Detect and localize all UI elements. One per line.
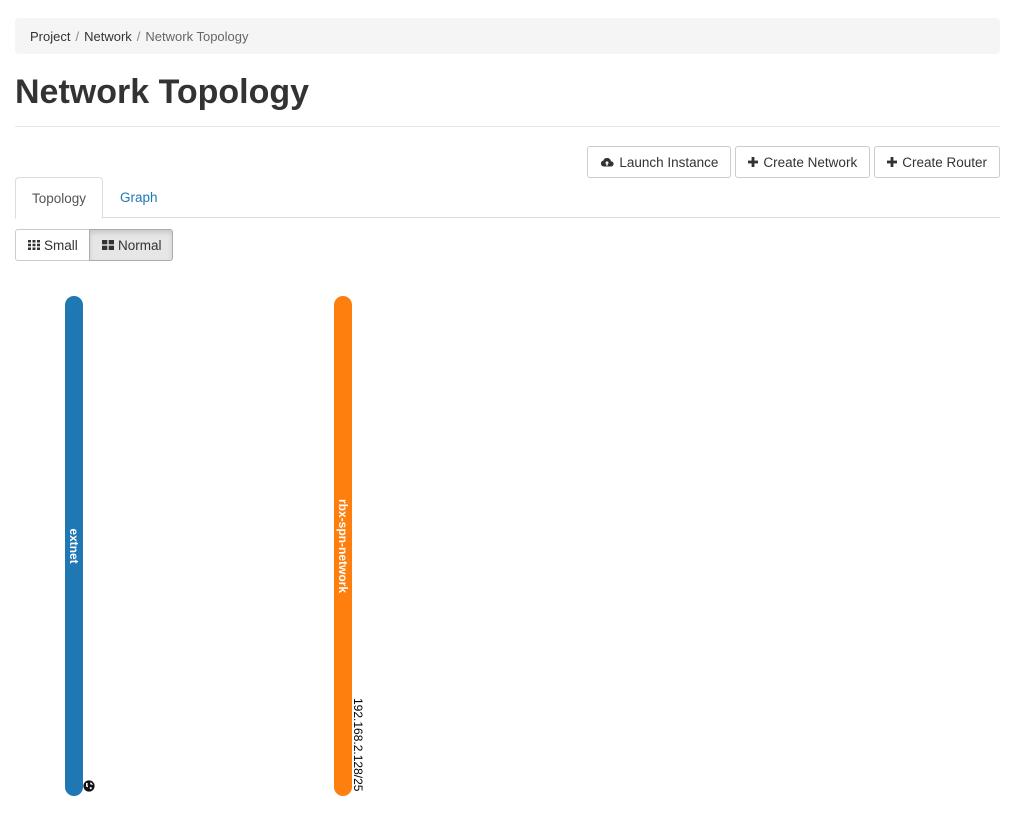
size-toggle-group: Small Normal (15, 229, 173, 261)
tab-graph[interactable]: Graph (104, 177, 174, 218)
network-name: rbx-spn-network (336, 498, 350, 594)
cloud-upload-icon (600, 156, 614, 168)
network-topology-page: Project / Network / Network Topology Net… (0, 0, 1015, 822)
view-tabs: Topology Graph (15, 177, 1000, 219)
title-divider (15, 126, 1000, 127)
globe-icon (83, 779, 95, 792)
create-network-label: Create Network (763, 154, 858, 170)
plus-icon (887, 157, 898, 167)
page-title: Network Topology (15, 73, 310, 111)
create-router-button[interactable]: Create Router (874, 146, 1000, 178)
launch-instance-label: Launch Instance (619, 154, 719, 170)
breadcrumb-separator: / (136, 28, 141, 44)
action-toolbar: Launch Instance Create Network Create Ro… (587, 146, 1000, 178)
grid-small-icon (28, 240, 40, 250)
create-router-label: Create Router (902, 154, 987, 170)
breadcrumb: Project / Network / Network Topology (15, 18, 1000, 54)
network-rbx-spn-network[interactable]: rbx-spn-network (334, 296, 352, 796)
network-name: extnet (67, 528, 81, 564)
launch-instance-button[interactable]: Launch Instance (587, 146, 732, 178)
subnet-cidr-label: 192.168.2.128/25 (351, 698, 365, 792)
plus-icon (748, 157, 759, 167)
grid-large-icon (102, 240, 114, 250)
breadcrumb-current: Network Topology (145, 28, 249, 44)
breadcrumb-separator: / (75, 28, 80, 44)
breadcrumb-project[interactable]: Project (30, 29, 70, 44)
small-view-label: Small (44, 237, 78, 253)
small-view-button[interactable]: Small (15, 229, 90, 261)
normal-view-label: Normal (118, 237, 162, 253)
normal-view-button[interactable]: Normal (89, 229, 173, 261)
create-network-button[interactable]: Create Network (735, 146, 871, 178)
tab-topology[interactable]: Topology (15, 177, 104, 219)
network-extnet[interactable]: extnet (65, 296, 83, 796)
breadcrumb-network[interactable]: Network (84, 29, 132, 44)
